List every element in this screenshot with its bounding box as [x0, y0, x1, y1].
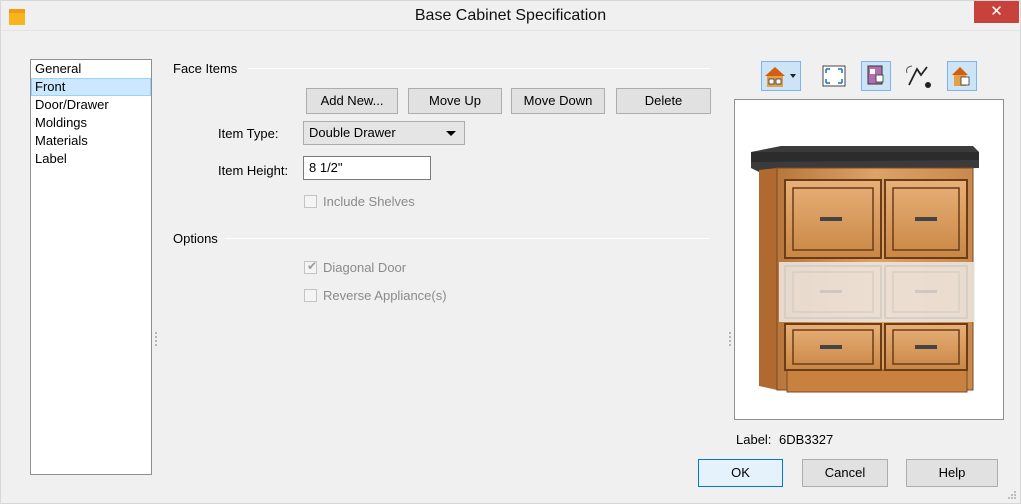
- help-button[interactable]: Help: [906, 459, 998, 487]
- fill-window-button[interactable]: [822, 65, 846, 95]
- include-shelves-label: Include Shelves: [323, 193, 415, 209]
- dialog-window: Base Cabinet Specification ✕ General Fro…: [0, 0, 1021, 504]
- category-list[interactable]: General Front Door/Drawer Moldings Mater…: [30, 59, 152, 475]
- include-shelves-row[interactable]: Include Shelves: [304, 193, 415, 209]
- cabinet-label-caption: Label: 6DB3327: [736, 432, 833, 447]
- sidebar-item-front[interactable]: Front: [31, 78, 151, 96]
- face-items-divider: [248, 68, 710, 69]
- reset-view-icon: [947, 61, 977, 91]
- sidebar-item-general[interactable]: General: [31, 60, 151, 78]
- move-down-button[interactable]: Move Down: [511, 88, 605, 114]
- diagonal-door-label: Diagonal Door: [323, 259, 407, 275]
- sidebar-item-moldings[interactable]: Moldings: [31, 114, 151, 132]
- diagonal-door-row[interactable]: ✔ Diagonal Door: [304, 259, 406, 275]
- cancel-button[interactable]: Cancel: [802, 459, 888, 487]
- item-type-dropdown[interactable]: Double Drawer: [303, 121, 465, 145]
- checkmark-icon: ✔: [307, 258, 318, 273]
- cabinet-preview[interactable]: [734, 99, 1004, 420]
- left-splitter[interactable]: [155, 332, 157, 346]
- add-new-button[interactable]: Add New...: [306, 88, 398, 114]
- title-bar: Base Cabinet Specification ✕: [1, 1, 1020, 31]
- material-fill-icon: [861, 61, 891, 91]
- ok-button[interactable]: OK: [698, 459, 783, 487]
- cabinet-image: [751, 146, 979, 393]
- dialog-body: General Front Door/Drawer Moldings Mater…: [1, 32, 1020, 503]
- options-divider: [225, 238, 710, 239]
- item-height-input[interactable]: 8 1/2": [303, 156, 431, 180]
- chevron-down-icon: [446, 131, 456, 136]
- spin-tool-button[interactable]: [903, 63, 933, 93]
- item-type-label: Item Type:: [218, 126, 279, 141]
- reverse-appliance-label: Reverse Appliance(s): [323, 287, 447, 303]
- view-type-icon: [761, 61, 801, 91]
- right-splitter[interactable]: [729, 332, 731, 346]
- diagonal-door-checkbox[interactable]: ✔: [304, 258, 318, 274]
- reverse-appliance-checkbox[interactable]: [304, 288, 317, 302]
- sidebar-item-materials[interactable]: Materials: [31, 132, 151, 150]
- window-title: Base Cabinet Specification: [414, 7, 607, 24]
- item-height-label: Item Height:: [218, 163, 289, 178]
- resize-grip-icon[interactable]: [1007, 490, 1017, 500]
- sidebar-item-label[interactable]: Label: [31, 150, 151, 168]
- move-up-button[interactable]: Move Up: [408, 88, 502, 114]
- options-group-label: Options: [173, 231, 218, 246]
- sidebar-item-door-drawer[interactable]: Door/Drawer: [31, 96, 151, 114]
- fill-window-icon: [822, 65, 846, 87]
- include-shelves-checkbox[interactable]: [304, 194, 317, 208]
- view-type-dropdown[interactable]: [761, 61, 801, 91]
- label-value: 6DB3327: [779, 432, 834, 447]
- label-prefix: Label:: [736, 432, 772, 447]
- close-button[interactable]: ✕: [974, 1, 1019, 23]
- item-type-value: Double Drawer: [309, 125, 396, 140]
- reverse-appliance-row[interactable]: Reverse Appliance(s): [304, 287, 447, 303]
- face-items-group-label: Face Items: [173, 61, 238, 76]
- reset-view-button[interactable]: [947, 61, 977, 91]
- delete-button[interactable]: Delete: [616, 88, 711, 114]
- material-fill-button[interactable]: [861, 61, 891, 91]
- spin-tool-icon: [906, 65, 931, 88]
